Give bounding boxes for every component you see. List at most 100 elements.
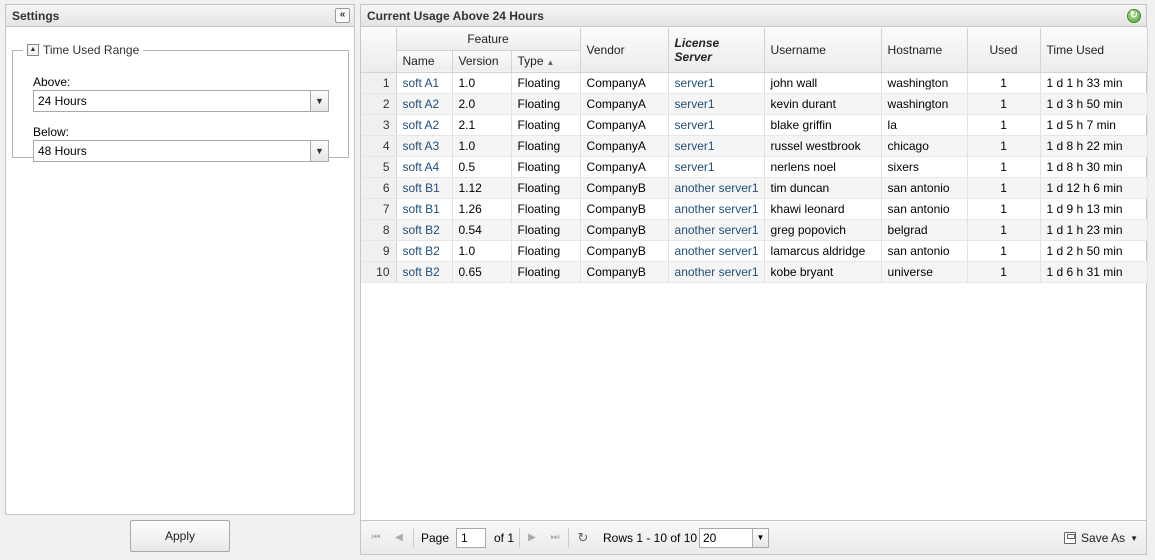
- cell-license-server[interactable]: server1: [668, 135, 765, 157]
- reload-icon[interactable]: ↻: [574, 529, 592, 547]
- cell-name[interactable]: soft A2: [396, 93, 453, 115]
- table-row[interactable]: 5 soft A4 0.5 Floating CompanyA server1 nerlen…: [361, 156, 1148, 178]
- col-version[interactable]: Version: [452, 50, 512, 73]
- cell-version: 2.0: [452, 93, 512, 115]
- row-number: 4: [361, 135, 397, 157]
- cell-vendor: CompanyA: [580, 72, 669, 94]
- last-page-icon[interactable]: ⏭: [546, 529, 564, 547]
- cell-name[interactable]: soft B2: [396, 240, 453, 262]
- next-page-icon[interactable]: ▶: [523, 529, 541, 547]
- cell-license-server[interactable]: server1: [668, 72, 765, 94]
- cell-version: 1.0: [452, 240, 512, 262]
- cell-version: 0.54: [452, 219, 512, 241]
- collapse-panel-icon[interactable]: «: [335, 8, 350, 23]
- table-row[interactable]: 6 soft B1 1.12 Floating CompanyB another serv…: [361, 177, 1148, 199]
- refresh-icon[interactable]: ↻: [1127, 9, 1141, 23]
- chevron-down-icon[interactable]: ▼: [310, 141, 328, 161]
- cell-time-used: 1 d 2 h 50 min: [1040, 240, 1148, 262]
- table-row[interactable]: 4 soft A3 1.0 Floating CompanyA server1 russel…: [361, 135, 1148, 157]
- cell-license-server[interactable]: another server1: [668, 177, 765, 199]
- cell-name[interactable]: soft A3: [396, 135, 453, 157]
- table-row[interactable]: 8 soft B2 0.54 Floating CompanyB another serv…: [361, 219, 1148, 241]
- cell-name[interactable]: soft A4: [396, 156, 453, 178]
- cell-name[interactable]: soft B1: [396, 177, 453, 199]
- page-input[interactable]: 1: [456, 528, 486, 548]
- cell-vendor: CompanyB: [580, 198, 669, 220]
- pager-separator: [568, 528, 569, 548]
- col-type-label: Type: [517, 54, 544, 68]
- cell-time-used: 1 d 9 h 13 min: [1040, 198, 1148, 220]
- cell-version: 0.5: [452, 156, 512, 178]
- chevron-down-icon[interactable]: ▼: [310, 91, 328, 111]
- cell-used: 1: [967, 93, 1041, 115]
- col-name[interactable]: Name: [396, 50, 453, 73]
- cell-name[interactable]: soft B2: [396, 261, 453, 283]
- cell-time-used: 1 d 1 h 23 min: [1040, 219, 1148, 241]
- cell-license-server[interactable]: server1: [668, 93, 765, 115]
- col-used[interactable]: Used: [967, 28, 1041, 73]
- cell-name[interactable]: soft B2: [396, 219, 453, 241]
- previous-page-icon[interactable]: ◀: [390, 529, 408, 547]
- below-select-value: 48 Hours: [38, 144, 87, 158]
- usage-grid-panel: Current Usage Above 24 Hours ↻ Feature V…: [360, 4, 1148, 555]
- settings-header: Settings «: [6, 5, 354, 27]
- table-row[interactable]: 1 soft A1 1.0 Floating CompanyA server1 john w…: [361, 72, 1148, 94]
- fieldset-legend-label: Time Used Range: [43, 43, 140, 57]
- cell-username: kobe bryant: [764, 261, 882, 283]
- cell-vendor: CompanyB: [580, 177, 669, 199]
- table-row[interactable]: 3 soft A2 2.1 Floating CompanyA server1 blake …: [361, 114, 1148, 136]
- usage-table: Feature Vendor License Server Username H…: [361, 28, 1148, 283]
- chevron-down-icon[interactable]: ▼: [752, 529, 768, 547]
- save-as-button[interactable]: Save As ▼: [1064, 531, 1138, 545]
- caret-down-icon: ▼: [1130, 533, 1138, 543]
- cell-name[interactable]: soft A2: [396, 114, 453, 136]
- table-row[interactable]: 10 soft B2 0.65 Floating CompanyB another ser…: [361, 261, 1148, 283]
- cell-name[interactable]: soft B1: [396, 198, 453, 220]
- apply-button[interactable]: Apply: [130, 520, 230, 552]
- first-page-icon[interactable]: ⏮: [367, 529, 385, 547]
- grid-header: Current Usage Above 24 Hours ↻: [361, 5, 1146, 27]
- table-row[interactable]: 2 soft A2 2.0 Floating CompanyA server1 kevin …: [361, 93, 1148, 115]
- below-select[interactable]: 48 Hours ▼: [33, 140, 329, 162]
- time-used-range-fieldset: ▲ Time Used Range Above: 24 Hours ▼ Belo…: [12, 43, 349, 162]
- cell-used: 1: [967, 261, 1041, 283]
- col-license-server[interactable]: License Server: [668, 28, 765, 73]
- table-row[interactable]: 9 soft B2 1.0 Floating CompanyB another serve…: [361, 240, 1148, 262]
- cell-name[interactable]: soft A1: [396, 72, 453, 94]
- cell-vendor: CompanyA: [580, 156, 669, 178]
- cell-license-server[interactable]: another server1: [668, 261, 765, 283]
- feature-group-header: Feature: [396, 28, 581, 51]
- above-select[interactable]: 24 Hours ▼: [33, 90, 329, 112]
- table-row[interactable]: 7 soft B1 1.26 Floating CompanyB another serv…: [361, 198, 1148, 220]
- below-label: Below:: [33, 125, 70, 139]
- save-as-label: Save As: [1081, 531, 1126, 545]
- cell-license-server[interactable]: server1: [668, 156, 765, 178]
- cell-type: Floating: [511, 135, 581, 157]
- cell-type: Floating: [511, 114, 581, 136]
- cell-hostname: washington: [881, 93, 968, 115]
- cell-license-server[interactable]: another server1: [668, 219, 765, 241]
- cell-username: blake griffin: [764, 114, 882, 136]
- col-type[interactable]: Type ▲: [511, 50, 581, 73]
- col-vendor[interactable]: Vendor: [580, 28, 669, 73]
- cell-username: russel westbrook: [764, 135, 882, 157]
- col-time-used[interactable]: Time Used: [1040, 28, 1148, 73]
- cell-type: Floating: [511, 240, 581, 262]
- cell-username: nerlens noel: [764, 156, 882, 178]
- col-username[interactable]: Username: [764, 28, 882, 73]
- fieldset-toggle-icon[interactable]: ▲: [27, 44, 39, 56]
- cell-license-server[interactable]: another server1: [668, 240, 765, 262]
- cell-version: 2.1: [452, 114, 512, 136]
- fieldset-legend: ▲ Time Used Range: [23, 43, 143, 57]
- cell-license-server[interactable]: another server1: [668, 198, 765, 220]
- cell-username: greg popovich: [764, 219, 882, 241]
- cell-version: 1.26: [452, 198, 512, 220]
- cell-time-used: 1 d 6 h 31 min: [1040, 261, 1148, 283]
- col-hostname[interactable]: Hostname: [881, 28, 968, 73]
- cell-license-server[interactable]: server1: [668, 114, 765, 136]
- cell-time-used: 1 d 5 h 7 min: [1040, 114, 1148, 136]
- cell-time-used: 1 d 12 h 6 min: [1040, 177, 1148, 199]
- cell-vendor: CompanyA: [580, 114, 669, 136]
- cell-hostname: belgrad: [881, 219, 968, 241]
- page-size-select[interactable]: 20 ▼: [699, 528, 769, 548]
